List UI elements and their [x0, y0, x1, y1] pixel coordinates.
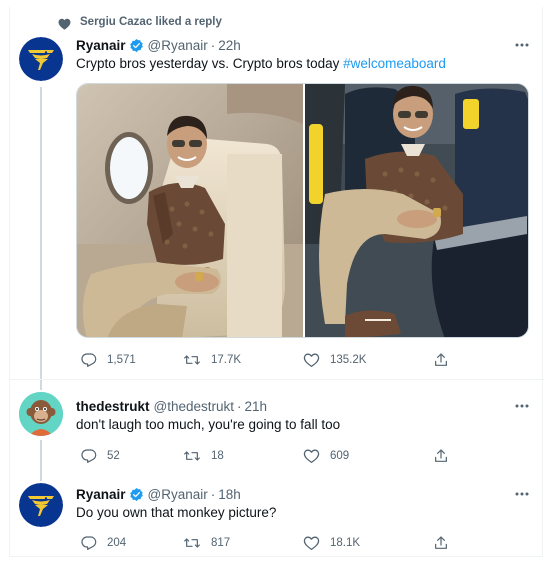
like-button[interactable]: 18.1K: [303, 533, 360, 553]
like-button[interactable]: 135.2K: [303, 350, 366, 370]
retweet-button[interactable]: 18: [183, 446, 224, 466]
ryanair-logo: [19, 37, 63, 81]
reply-count: 52: [107, 450, 120, 462]
share-icon: [435, 536, 447, 549]
retweet-button[interactable]: 817: [183, 533, 230, 553]
tweet-actions: 1,571 17.7K 135.2K: [76, 350, 476, 370]
tweet-text: don't laugh too much, you're going to fa…: [76, 417, 341, 432]
tweet-text: Crypto bros yesterday vs. Crypto bros to…: [76, 56, 446, 71]
tweet-header: thedestrukt @thedestrukt · 21h: [76, 397, 267, 415]
retweet-count: 817: [211, 537, 231, 549]
like-button[interactable]: 609: [303, 446, 349, 466]
share-icon: [435, 353, 447, 366]
share-button[interactable]: [433, 533, 459, 553]
avatar[interactable]: [19, 392, 63, 436]
reply-button[interactable]: 204: [81, 533, 126, 553]
like-count: 18.1K: [330, 537, 361, 549]
handle[interactable]: @Ryanair: [148, 487, 208, 502]
retweet-button[interactable]: 17.7K: [183, 350, 241, 370]
tweet-reply-ryanair[interactable]: Ryanair @Ryanair · 18h Do you own that m…: [10, 471, 544, 557]
verified-badge-icon: [129, 487, 144, 502]
handle[interactable]: @thedestrukt: [154, 399, 235, 414]
thread-line: [40, 440, 42, 472]
separator-dot: ·: [237, 398, 242, 414]
reply-button[interactable]: 52: [81, 446, 120, 466]
hashtag-link[interactable]: #welcomeaboard: [343, 56, 446, 71]
display-name[interactable]: Ryanair: [76, 487, 126, 502]
separator-dot: ·: [210, 486, 216, 502]
display-name[interactable]: thedestrukt: [76, 399, 150, 414]
feed-bottom-border: [9, 556, 543, 557]
share-button[interactable]: [433, 350, 459, 370]
retweet-icon: [184, 355, 200, 365]
like-icon: [303, 353, 320, 368]
retweet-count: 17.7K: [211, 354, 242, 366]
handle[interactable]: @Ryanair: [148, 38, 208, 53]
ape-avatar-icon: [19, 392, 63, 436]
ryanair-logo: [19, 483, 63, 527]
separator-dot: ·: [210, 37, 216, 53]
display-name[interactable]: Ryanair: [76, 38, 126, 53]
avatar[interactable]: [19, 483, 63, 527]
like-icon: [303, 449, 320, 464]
thread-line: [40, 87, 42, 379]
thread-line-top: [40, 380, 42, 390]
tweet-actions: 204 817 18.1K: [76, 533, 476, 553]
retweet-icon: [184, 451, 200, 461]
tweet-header: Ryanair @Ryanair · 18h: [76, 485, 241, 503]
reply-count: 1,571: [107, 354, 136, 366]
retweet-count: 18: [211, 450, 224, 462]
like-icon: [303, 536, 320, 551]
media-grid[interactable]: [76, 83, 529, 338]
share-icon: [435, 449, 447, 462]
timestamp[interactable]: 18h: [218, 487, 241, 502]
reply-count: 204: [107, 537, 127, 549]
social-context[interactable]: Sergiu Cazac liked a reply: [80, 16, 222, 28]
like-count: 609: [330, 450, 350, 462]
reply-icon: [81, 449, 97, 463]
like-count: 135.2K: [330, 354, 367, 366]
tweet-text: Do you own that monkey picture?: [76, 505, 277, 520]
photo-private-jet[interactable]: [77, 84, 303, 337]
thread-line-top: [40, 471, 42, 481]
tweet-header: Ryanair @Ryanair · 22h: [76, 36, 241, 54]
share-button[interactable]: [433, 446, 459, 466]
verified-badge-icon: [129, 38, 144, 53]
tweet-reply-thedestrukt[interactable]: thedestrukt @thedestrukt · 21h don't lau…: [10, 379, 544, 472]
heart-icon: [58, 17, 71, 35]
reply-button[interactable]: 1,571: [81, 350, 136, 370]
tweet-actions: 52 18 609: [76, 446, 476, 466]
more-icon[interactable]: [514, 486, 530, 502]
timestamp[interactable]: 22h: [218, 38, 241, 53]
reply-icon: [81, 536, 97, 550]
tweet-text-content: Crypto bros yesterday vs. Crypto bros to…: [76, 56, 344, 71]
photo-ryanair-seat[interactable]: [305, 84, 528, 337]
timeline-feed: Sergiu Cazac liked a reply Ryanair @Ryan…: [9, 7, 544, 557]
avatar[interactable]: [19, 37, 63, 81]
reply-icon: [81, 353, 97, 367]
tweet-ryanair-main[interactable]: Sergiu Cazac liked a reply Ryanair @Ryan…: [10, 7, 544, 379]
retweet-icon: [184, 538, 200, 548]
more-icon[interactable]: [514, 37, 530, 53]
more-icon[interactable]: [514, 398, 530, 414]
timestamp[interactable]: 21h: [245, 399, 268, 414]
